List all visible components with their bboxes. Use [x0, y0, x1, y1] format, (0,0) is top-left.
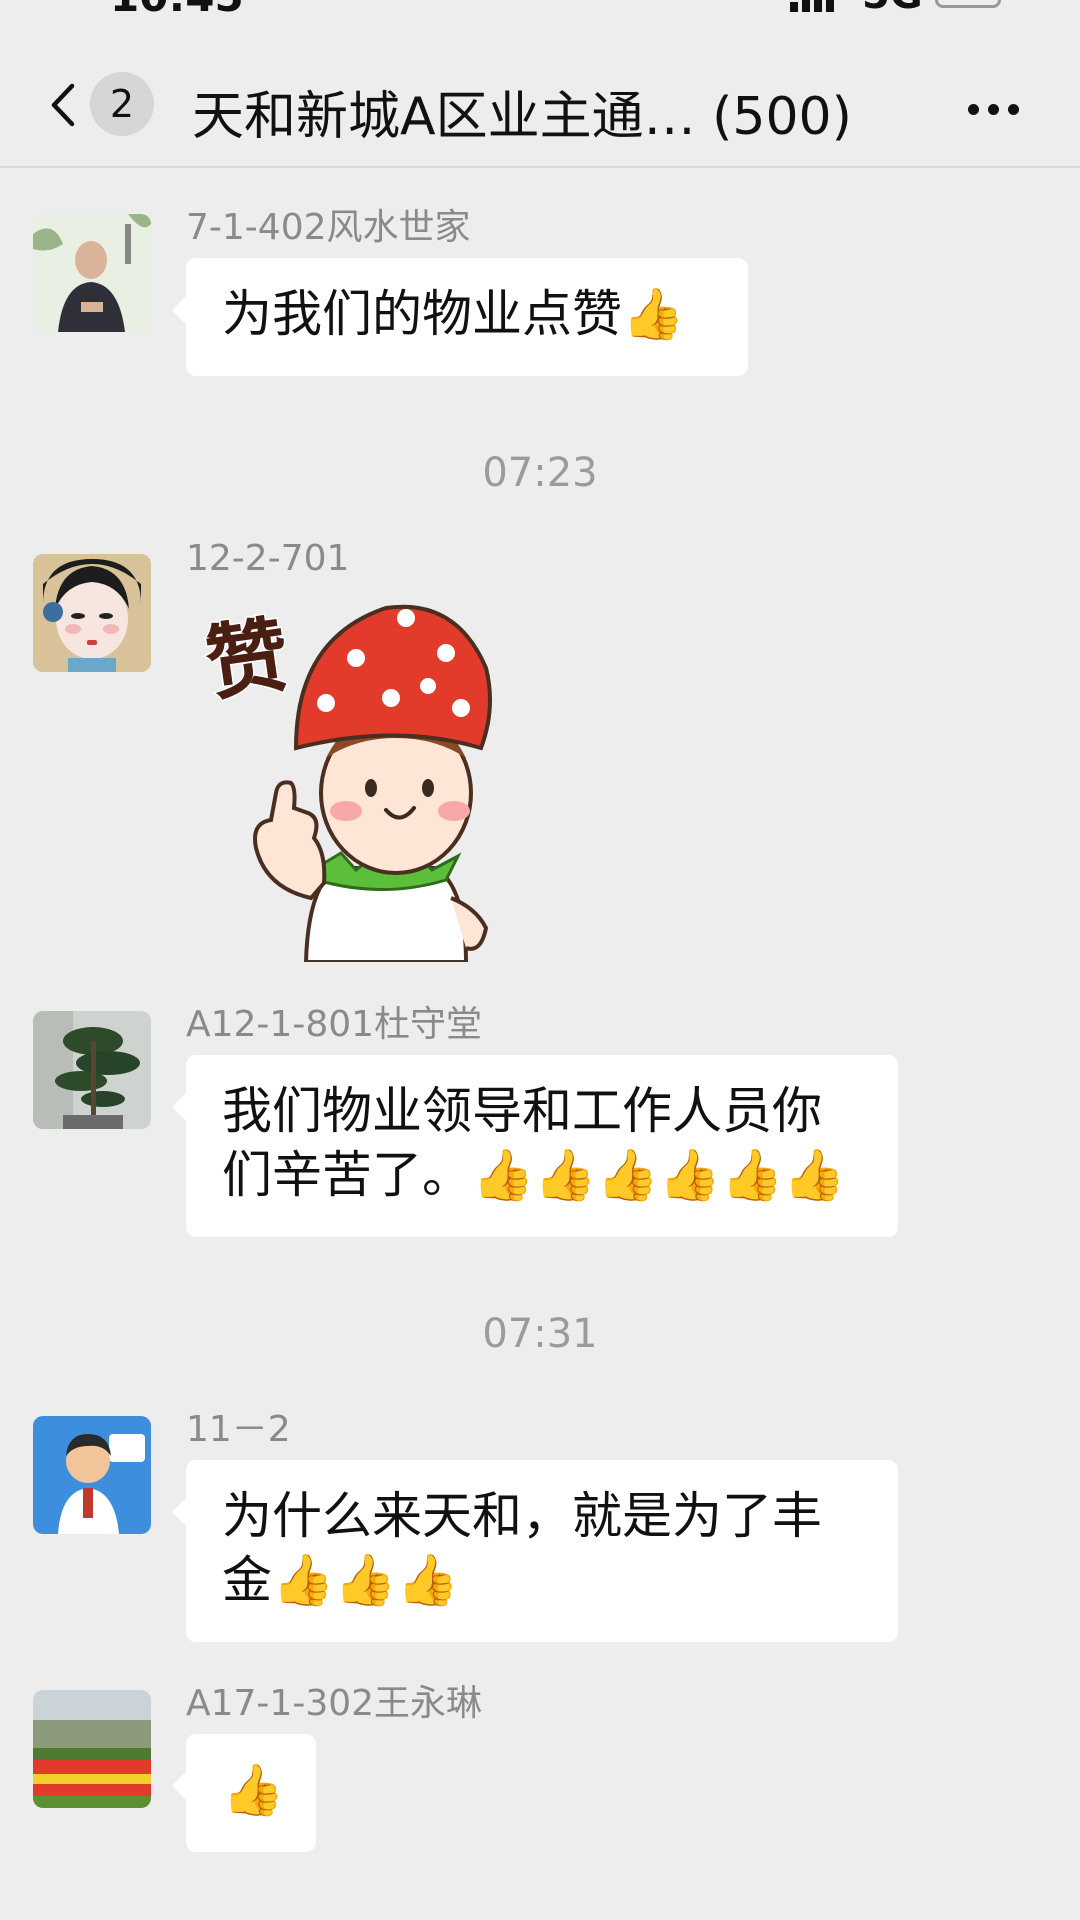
avatar[interactable] [33, 1011, 151, 1129]
avatar[interactable] [33, 1416, 151, 1534]
battery-icon [935, 0, 1001, 8]
message-bubble[interactable]: 为我们的物业点赞👍 [172, 258, 748, 376]
avatar[interactable] [33, 554, 151, 672]
sender-name: 11－2 [186, 1409, 291, 1450]
status-bar: 10:45 5G [0, 0, 1080, 50]
chat-header: 2 天和新城A区业主通… (500) [0, 50, 1080, 168]
sticker-text: 赞 [200, 608, 294, 713]
timestamp: 07:31 [482, 1311, 598, 1357]
signal-icon [790, 0, 838, 12]
timestamp: 07:23 [482, 450, 598, 496]
chat-title: 天和新城A区业主通… (500) [192, 87, 852, 147]
sender-name: 7-1-402风水世家 [186, 207, 471, 248]
status-time: 10:45 [110, 0, 244, 21]
message-bubble[interactable]: 为什么来天和，就是为了丰金👍👍👍 [172, 1460, 898, 1642]
sender-name: A12-1-801杜守堂 [186, 1004, 483, 1045]
message-bubble[interactable]: 👍 [172, 1734, 316, 1852]
network-indicator: 5G [862, 0, 923, 18]
avatar[interactable] [33, 214, 151, 332]
unread-count-badge[interactable]: 2 [90, 72, 154, 136]
sticker[interactable]: 赞 [196, 598, 536, 964]
sender-name: A17-1-302王永琳 [186, 1683, 483, 1724]
message-bubble[interactable]: 我们物业领导和工作人员你们辛苦了。👍👍👍👍👍👍 [172, 1055, 898, 1237]
back-arrow-icon[interactable] [40, 80, 90, 130]
avatar[interactable] [33, 1690, 151, 1808]
more-options-icon[interactable] [968, 100, 1028, 119]
sender-name: 12-2-701 [186, 538, 350, 579]
